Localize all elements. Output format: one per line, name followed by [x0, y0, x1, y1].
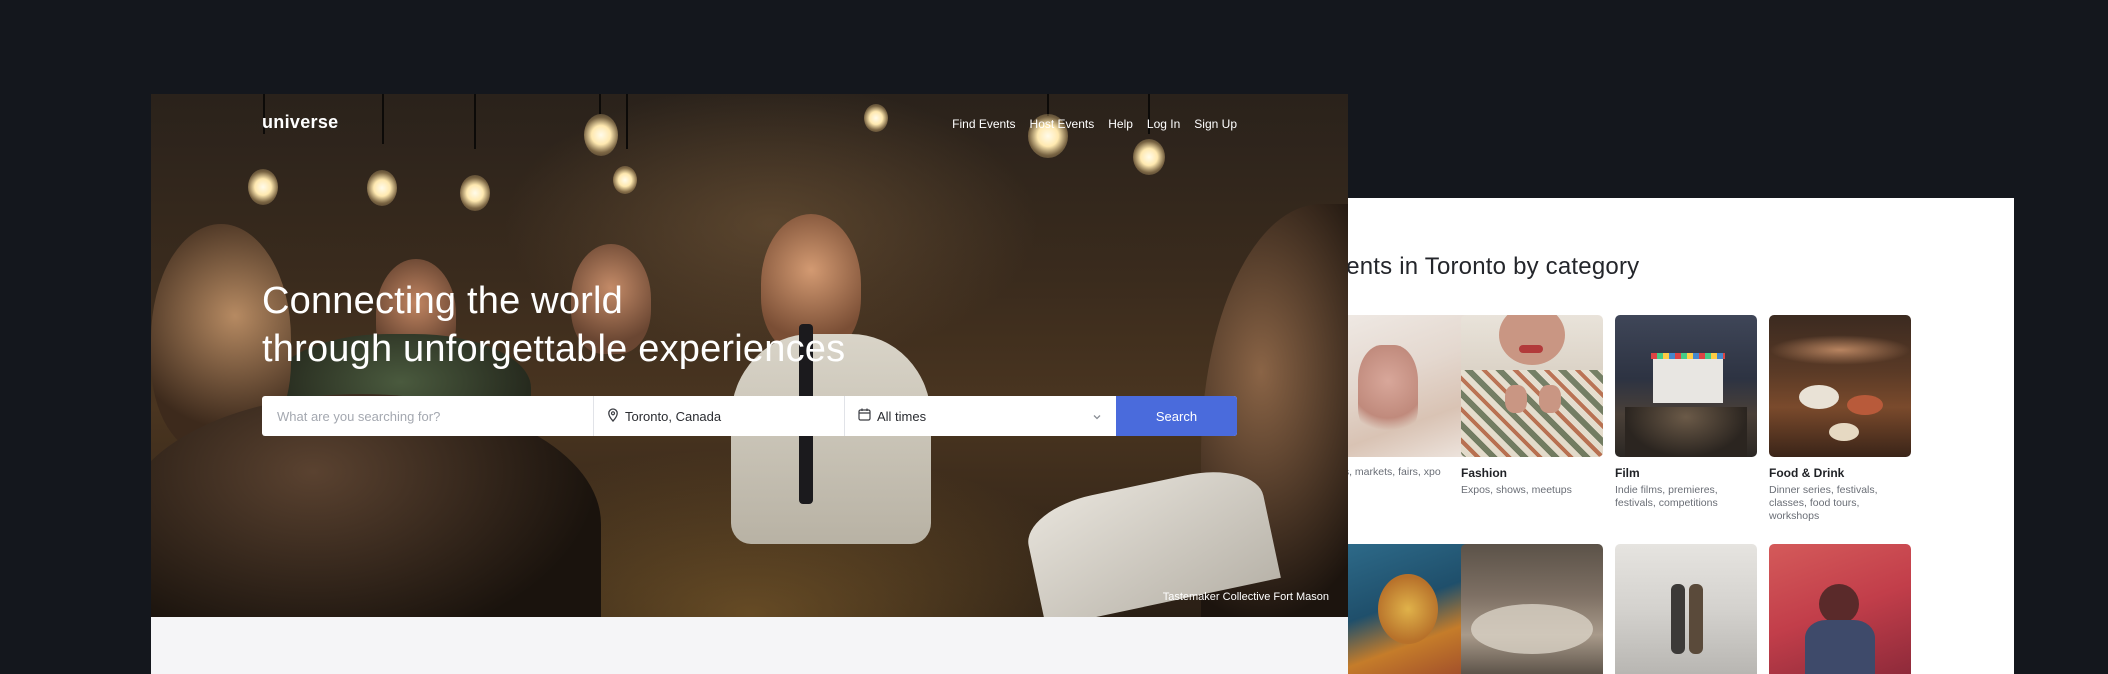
category-tile[interactable] [1615, 544, 1757, 674]
date-select[interactable]: All times [845, 396, 1116, 436]
date-value: All times [877, 408, 927, 424]
category-photo [1615, 544, 1757, 674]
top-nav: Find Events Host Events Help Log In Sign… [952, 117, 1237, 131]
search-button[interactable]: Search [1116, 396, 1237, 436]
search-input[interactable] [275, 407, 593, 425]
universe-logo[interactable]: universe [262, 112, 338, 133]
search-what-field[interactable] [262, 396, 594, 436]
hero-card: universe Find Events Host Events Help Lo… [151, 94, 1348, 674]
category-tile-fashion[interactable]: Fashion Expos, shows, meetups [1461, 315, 1603, 497]
map-pin-icon [607, 407, 619, 425]
location-field[interactable]: Toronto, Canada [594, 396, 845, 436]
search-bar: Toronto, Canada All times Search [262, 396, 1237, 436]
location-value: Toronto, Canada [625, 408, 722, 424]
hero-headline: Connecting the world through unforgettab… [262, 277, 845, 373]
nav-log-in[interactable]: Log In [1147, 117, 1180, 131]
category-tile[interactable] [1769, 544, 1911, 674]
category-photo [1615, 315, 1757, 457]
category-desc: Indie films, premieres, festivals, compe… [1615, 484, 1718, 509]
category-desc: Dinner series, festivals, classes, food … [1769, 484, 1878, 522]
category-name: Film [1615, 466, 1640, 480]
category-name: Fashion [1461, 466, 1508, 480]
nav-host-events[interactable]: Host Events [1030, 117, 1095, 131]
nav-find-events[interactable]: Find Events [952, 117, 1015, 131]
category-tile[interactable] [1461, 544, 1603, 674]
headline-line-2: through unforgettable experiences [262, 328, 846, 370]
nav-help[interactable]: Help [1108, 117, 1133, 131]
categories-title: vents in Toronto by category [1348, 253, 1640, 280]
category-desc: Expos, shows, meetups [1461, 484, 1572, 496]
chevron-down-icon [1092, 410, 1102, 425]
categories-card: vents in Toronto by category ps, markets… [1348, 198, 2014, 674]
category-photo [1461, 315, 1603, 457]
category-photo [1769, 544, 1911, 674]
headline-line-1: Connecting the world [262, 280, 623, 322]
hero-photo: universe Find Events Host Events Help Lo… [151, 94, 1348, 617]
category-photo [1769, 315, 1911, 457]
category-name: Food & Drink [1769, 466, 1845, 480]
photo-credit: Tastemaker Collective Fort Mason [1162, 591, 1329, 603]
calendar-icon [858, 408, 871, 424]
category-tile-food-drink[interactable]: Food & Drink Dinner series, festivals, c… [1769, 315, 1911, 523]
nav-sign-up[interactable]: Sign Up [1194, 117, 1237, 131]
category-photo [1461, 544, 1603, 674]
category-tile-film[interactable]: Film Indie films, premieres, festivals, … [1615, 315, 1757, 510]
